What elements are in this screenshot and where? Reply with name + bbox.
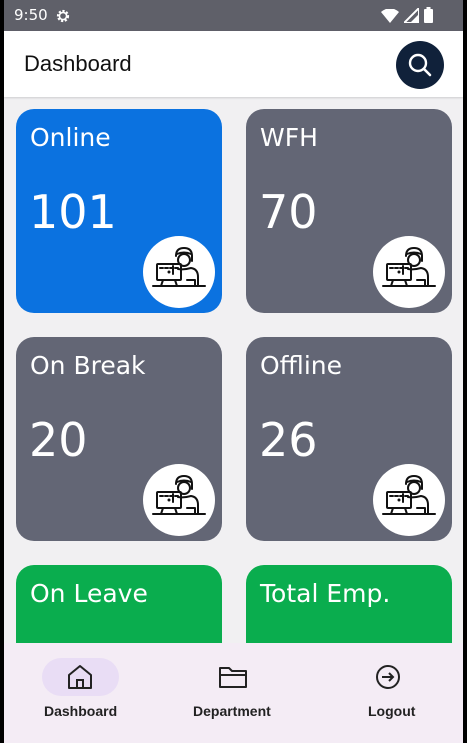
nav-label: Dashboard	[44, 703, 118, 719]
settings-icon	[55, 8, 71, 24]
card-value: 101	[29, 185, 117, 239]
stat-card-online[interactable]: Online 101	[16, 109, 222, 313]
stat-card-offline[interactable]: Offline 26	[246, 337, 452, 541]
status-icons	[381, 5, 433, 27]
logout-icon	[373, 664, 403, 690]
status-bar: 9:50	[4, 0, 463, 31]
employee-avatar-icon	[143, 236, 215, 308]
stat-card-wfh[interactable]: WFH 70	[246, 109, 452, 313]
card-value: 70	[259, 185, 318, 239]
card-label: Offline	[260, 351, 343, 380]
card-label: Total Emp.	[260, 579, 391, 608]
card-label: On Break	[30, 351, 146, 380]
search-icon	[407, 52, 433, 78]
card-value: 26	[259, 413, 318, 467]
card-label: Online	[30, 123, 111, 152]
employee-avatar-icon	[373, 464, 445, 536]
card-label: On Leave	[30, 579, 148, 608]
nav-item-department[interactable]: Department	[157, 643, 310, 743]
nav-item-logout[interactable]: Logout	[310, 643, 463, 743]
nav-label: Department	[193, 703, 271, 719]
employee-avatar-icon	[143, 464, 215, 536]
status-time: 9:50	[14, 6, 48, 24]
home-icon	[65, 664, 95, 690]
app-bar: Dashboard	[4, 31, 463, 97]
bottom-navigation: Dashboard Department Logout	[4, 643, 463, 743]
folder-icon	[218, 664, 248, 690]
card-label: WFH	[260, 123, 318, 152]
card-value: 20	[29, 413, 88, 467]
stat-card-on-break[interactable]: On Break 20	[16, 337, 222, 541]
employee-avatar-icon	[373, 236, 445, 308]
nav-label: Logout	[368, 703, 416, 719]
battery-icon	[424, 7, 433, 27]
nav-item-dashboard[interactable]: Dashboard	[4, 643, 157, 743]
page-title: Dashboard	[24, 51, 132, 76]
search-button[interactable]	[396, 41, 444, 89]
wifi-icon	[381, 7, 399, 27]
signal-icon	[401, 5, 420, 27]
app-screen: 9:50 Dashboard Online 101 WFH 70 On Brea…	[4, 0, 463, 743]
